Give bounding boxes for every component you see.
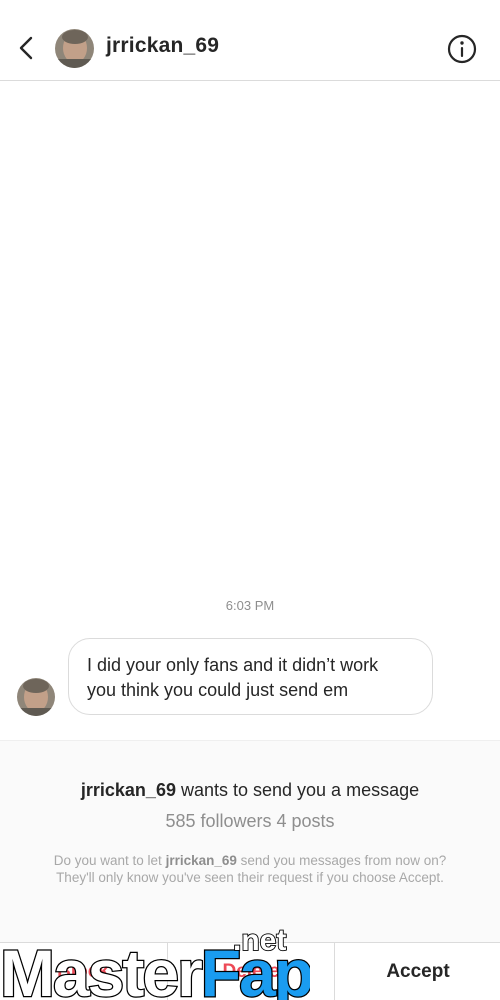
block-button[interactable]: Block [0,943,166,1000]
sender-avatar[interactable] [17,678,55,716]
message-bubble[interactable]: I did your only fans and it didn’t work … [68,638,433,715]
request-stats: 585 followers 4 posts [165,811,335,831]
delete-button[interactable]: Delete [167,943,334,1000]
chat-header: jrrickan_69 [0,0,500,81]
request-description: Do you want to let jrrickan_69 send you … [38,852,462,886]
accept-button[interactable]: Accept [334,943,500,1000]
message-line: I did your only fans and it didn’t work [87,655,379,675]
message-timestamp: 6:03 PM [225,598,275,613]
avatar[interactable] [55,29,94,68]
request-desc-username: jrrickan_69 [165,853,237,868]
info-button[interactable] [446,33,478,65]
request-title: jrrickan_69 wants to send you a message [0,780,500,801]
info-circle-icon [447,34,477,64]
back-button[interactable] [12,28,42,68]
header-username[interactable]: jrrickan_69 [106,34,219,58]
message-line: you think you could just send em [87,680,349,700]
request-title-text: wants to send you a message [175,780,420,800]
request-action-bar: Block Delete Accept [0,942,500,1000]
request-desc-prefix: Do you want to let [53,853,166,868]
chevron-left-icon [19,36,33,60]
request-title-username[interactable]: jrrickan_69 [81,780,176,800]
